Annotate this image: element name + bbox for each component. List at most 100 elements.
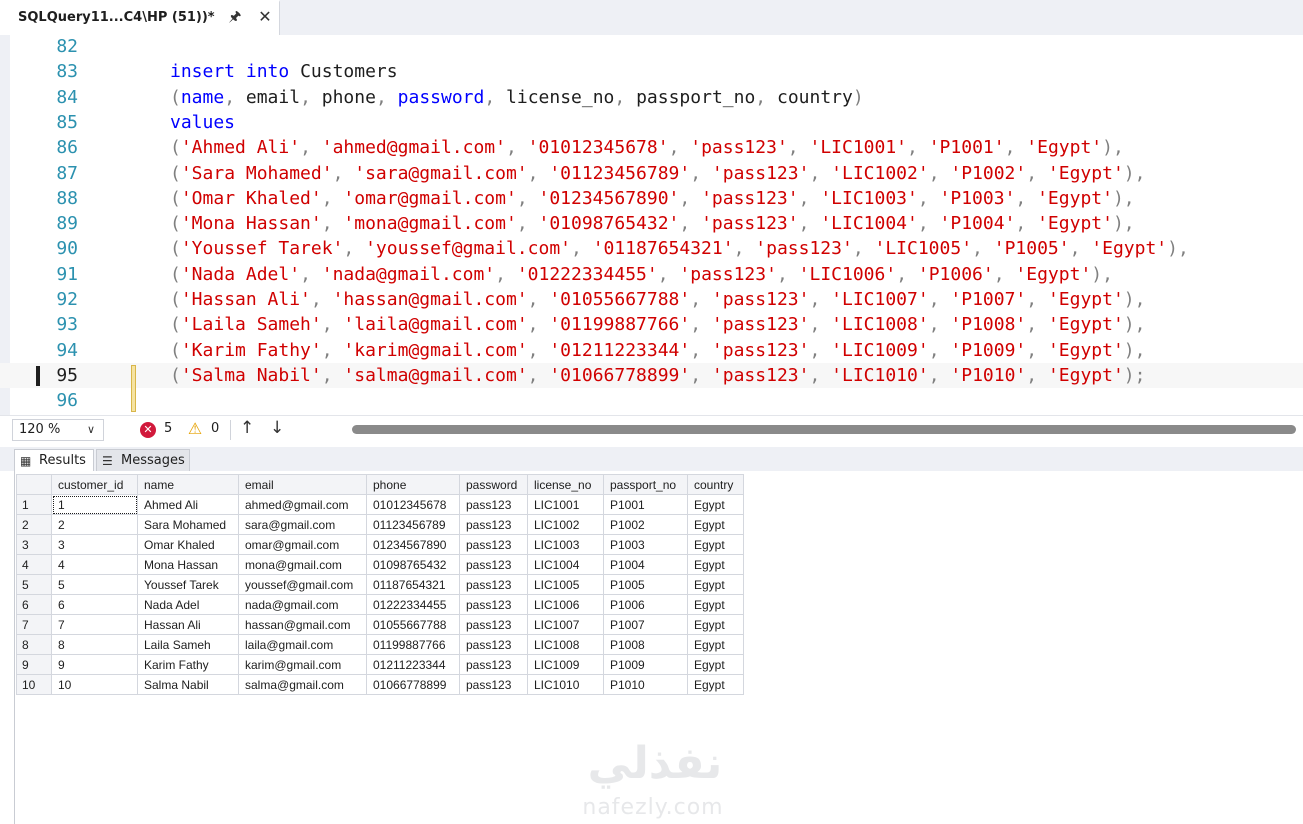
table-cell[interactable]: Sara Mohamed: [137, 514, 239, 535]
table-row[interactable]: 6 6 Nada Adel nada@gmail.com 01222334455 pass…: [16, 594, 744, 615]
results-grid[interactable]: customer_id name email phone password license…: [16, 474, 744, 695]
row-number-header[interactable]: [16, 474, 52, 495]
table-cell[interactable]: ahmed@gmail.com: [238, 494, 367, 515]
table-cell[interactable]: 9: [51, 654, 138, 675]
table-cell[interactable]: Egypt: [687, 554, 744, 575]
table-cell[interactable]: P1003: [603, 534, 688, 555]
table-cell[interactable]: P1007: [603, 614, 688, 635]
table-cell[interactable]: mona@gmail.com: [238, 554, 367, 575]
table-cell[interactable]: Egypt: [687, 574, 744, 595]
table-row[interactable]: 10 10 Salma Nabil salma@gmail.com 0106677889…: [16, 674, 744, 695]
code-line[interactable]: 95 ('Salma Nabil', 'salma@gmail.com', '01…: [0, 362, 1303, 388]
code-line[interactable]: 92 ('Hassan Ali', 'hassan@gmail.com', '01…: [0, 287, 1303, 312]
table-cell[interactable]: LIC1003: [527, 534, 604, 555]
warning-count[interactable]: 0: [211, 421, 219, 436]
table-cell[interactable]: 01066778899: [366, 674, 460, 695]
table-cell[interactable]: LIC1009: [527, 654, 604, 675]
table-cell[interactable]: hassan@gmail.com: [238, 614, 367, 635]
table-cell[interactable]: Egypt: [687, 654, 744, 675]
table-row[interactable]: 5 5 Youssef Tarek youssef@gmail.com 01187654…: [16, 574, 744, 595]
error-count[interactable]: 5: [164, 421, 172, 436]
column-header[interactable]: email: [238, 474, 367, 495]
row-number-cell[interactable]: 2: [16, 514, 52, 535]
table-cell[interactable]: omar@gmail.com: [238, 534, 367, 555]
column-header[interactable]: license_no: [527, 474, 604, 495]
code-line[interactable]: 96: [0, 388, 1303, 413]
row-number-cell[interactable]: 9: [16, 654, 52, 675]
table-cell[interactable]: 01012345678: [366, 494, 460, 515]
tab-results[interactable]: ▦ Results: [14, 449, 94, 471]
table-cell[interactable]: pass123: [459, 534, 528, 555]
table-cell[interactable]: Youssef Tarek: [137, 574, 239, 595]
row-number-cell[interactable]: 5: [16, 574, 52, 595]
table-cell[interactable]: 01234567890: [366, 534, 460, 555]
table-cell[interactable]: Omar Khaled: [137, 534, 239, 555]
table-cell[interactable]: LIC1004: [527, 554, 604, 575]
table-cell[interactable]: nada@gmail.com: [238, 594, 367, 615]
pin-icon[interactable]: 🖈: [226, 8, 244, 26]
table-cell[interactable]: salma@gmail.com: [238, 674, 367, 695]
close-icon[interactable]: ✕: [256, 8, 274, 26]
query-tab[interactable]: SQLQuery11...C4\HP (51))* 🖈 ✕: [0, 0, 280, 35]
table-cell[interactable]: P1009: [603, 654, 688, 675]
zoom-dropdown[interactable]: 120 % ∨: [12, 419, 104, 441]
table-row[interactable]: 4 4 Mona Hassan mona@gmail.com 01098765432 pa…: [16, 554, 744, 575]
code-editor[interactable]: 82 83 insert into Customers 84 (name, email,…: [0, 35, 1303, 415]
row-number-cell[interactable]: 3: [16, 534, 52, 555]
table-cell[interactable]: P1008: [603, 634, 688, 655]
table-cell[interactable]: karim@gmail.com: [238, 654, 367, 675]
column-header[interactable]: passport_no: [603, 474, 688, 495]
table-cell[interactable]: 7: [51, 614, 138, 635]
code-line[interactable]: 87 ('Sara Mohamed', 'sara@gmail.com', '01…: [0, 161, 1303, 186]
table-cell[interactable]: 01199887766: [366, 634, 460, 655]
table-cell[interactable]: pass123: [459, 574, 528, 595]
table-cell[interactable]: pass123: [459, 654, 528, 675]
table-cell[interactable]: sara@gmail.com: [238, 514, 367, 535]
table-cell[interactable]: Egypt: [687, 674, 744, 695]
table-cell[interactable]: Nada Adel: [137, 594, 239, 615]
table-cell[interactable]: pass123: [459, 674, 528, 695]
table-cell[interactable]: 01187654321: [366, 574, 460, 595]
table-cell[interactable]: Laila Sameh: [137, 634, 239, 655]
arrow-up-icon[interactable]: ↑: [240, 418, 254, 438]
row-number-cell[interactable]: 8: [16, 634, 52, 655]
table-cell[interactable]: 01211223344: [366, 654, 460, 675]
table-cell[interactable]: 2: [51, 514, 138, 535]
table-cell[interactable]: LIC1010: [527, 674, 604, 695]
table-cell[interactable]: pass123: [459, 594, 528, 615]
table-cell[interactable]: Egypt: [687, 594, 744, 615]
code-line[interactable]: 94 ('Karim Fathy', 'karim@gmail.com', '01…: [0, 338, 1303, 363]
table-row[interactable]: 3 3 Omar Khaled omar@gmail.com 01234567890 pa…: [16, 534, 744, 555]
table-cell[interactable]: P1010: [603, 674, 688, 695]
warning-icon[interactable]: ⚠: [186, 420, 204, 438]
table-cell[interactable]: LIC1001: [527, 494, 604, 515]
table-cell[interactable]: 5: [51, 574, 138, 595]
column-header[interactable]: name: [137, 474, 239, 495]
error-icon[interactable]: ✕: [140, 422, 156, 438]
table-cell[interactable]: LIC1006: [527, 594, 604, 615]
code-line[interactable]: 91 ('Nada Adel', 'nada@gmail.com', '01222…: [0, 262, 1303, 287]
table-cell[interactable]: Mona Hassan: [137, 554, 239, 575]
table-cell[interactable]: Ahmed Ali: [137, 494, 239, 515]
column-header[interactable]: country: [687, 474, 744, 495]
code-line[interactable]: 84 (name, email, phone, password, license…: [0, 85, 1303, 110]
row-number-cell[interactable]: 4: [16, 554, 52, 575]
table-cell[interactable]: pass123: [459, 494, 528, 515]
column-header[interactable]: phone: [366, 474, 460, 495]
table-cell[interactable]: 8: [51, 634, 138, 655]
code-line[interactable]: 93 ('Laila Sameh', 'laila@gmail.com', '01…: [0, 312, 1303, 337]
row-number-cell[interactable]: 6: [16, 594, 52, 615]
table-cell[interactable]: Egypt: [687, 494, 744, 515]
code-line[interactable]: 89 ('Mona Hassan', 'mona@gmail.com', '010…: [0, 211, 1303, 236]
horizontal-scrollbar[interactable]: [352, 425, 1296, 434]
row-number-cell[interactable]: 7: [16, 614, 52, 635]
code-line[interactable]: 83 insert into Customers: [0, 59, 1303, 84]
row-number-cell[interactable]: 1: [16, 494, 52, 515]
table-cell[interactable]: LIC1008: [527, 634, 604, 655]
code-line[interactable]: 85 values: [0, 110, 1303, 135]
table-row[interactable]: 8 8 Laila Sameh laila@gmail.com 01199887766 p…: [16, 634, 744, 655]
table-cell[interactable]: Hassan Ali: [137, 614, 239, 635]
table-cell[interactable]: pass123: [459, 634, 528, 655]
table-cell[interactable]: Egypt: [687, 534, 744, 555]
table-cell[interactable]: laila@gmail.com: [238, 634, 367, 655]
